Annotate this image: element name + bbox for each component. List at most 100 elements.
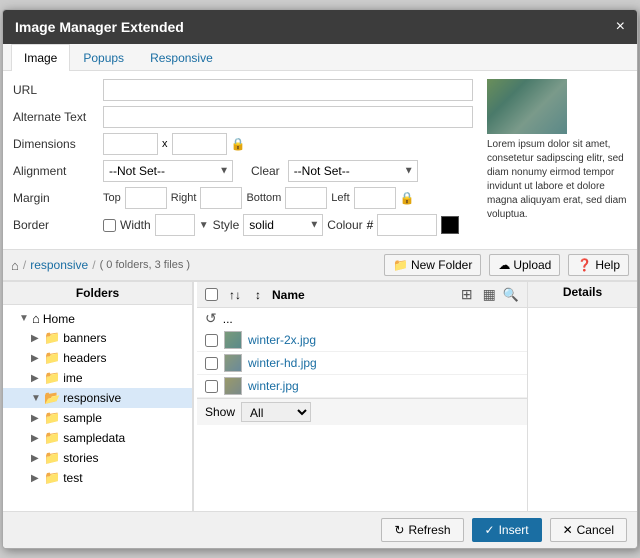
preview-image <box>487 79 567 134</box>
dim-label: Dimensions <box>13 137 103 151</box>
tab-image[interactable]: Image <box>11 44 70 71</box>
home-icon[interactable]: ⌂ <box>11 258 19 273</box>
breadcrumb-info: ( 0 folders, 3 files ) <box>100 259 190 271</box>
file-checkbox-1[interactable] <box>205 334 218 347</box>
border-width-label: Width <box>120 218 151 232</box>
colour-swatch[interactable] <box>441 216 459 234</box>
folder-label-ime: ime <box>63 371 82 385</box>
file-list-scroll: ↺ ... winter-2x.jpg winter-hd.jpg <box>197 308 527 511</box>
border-colour-input[interactable]: 000000 <box>377 214 437 236</box>
margin-right-input[interactable] <box>200 187 242 209</box>
border-row: Border Width 1 ▼ Style solid dashed dott… <box>13 214 477 236</box>
grid-view-button[interactable]: ⊞ <box>458 285 476 304</box>
folder-label-sampledata: sampledata <box>63 431 125 445</box>
border-checkbox[interactable] <box>103 219 116 232</box>
file-thumb-1 <box>224 331 242 349</box>
margin-bottom-input[interactable] <box>285 187 327 209</box>
breadcrumb-sep2: / <box>92 258 95 272</box>
details-pane <box>527 308 637 511</box>
cancel-button[interactable]: ✕ Cancel <box>550 518 627 542</box>
file-pane-header-row: ↑↓ ↕ Name ⊞ ▦ 🔍 Details <box>197 282 637 308</box>
folder-label-test: test <box>63 471 82 485</box>
upload-icon: ☁ <box>498 258 510 272</box>
insert-button[interactable]: ✓ Insert <box>472 518 542 542</box>
refresh-button[interactable]: ↻ Refresh <box>381 518 463 542</box>
url-input[interactable] <box>103 79 473 101</box>
file-name-3[interactable]: winter.jpg <box>248 379 519 393</box>
folder-label-home: Home <box>43 312 75 326</box>
expand-icon-stories: ▶ <box>31 453 41 464</box>
folder-item-headers[interactable]: ▶ 📁 headers <box>3 348 192 368</box>
clear-select[interactable]: --Not Set-- None Left Right Both <box>288 160 418 182</box>
margin-row: Margin Top Right Bottom Left 🔒 <box>13 187 477 209</box>
sample-folder-icon: 📁 <box>44 410 60 426</box>
sort-desc-button[interactable]: ↕ <box>252 287 264 303</box>
border-width-arrow: ▼ <box>199 220 209 231</box>
dim-width-input[interactable] <box>103 133 158 155</box>
border-label: Border <box>13 218 103 232</box>
margin-lock-icon[interactable]: 🔒 <box>400 191 415 205</box>
preview-text: Lorem ipsum dolor sit amet, consetetur s… <box>487 138 627 222</box>
folder-item-test[interactable]: ▶ 📁 test <box>3 468 192 488</box>
alt-input[interactable] <box>103 106 473 128</box>
file-thumb-3 <box>224 377 242 395</box>
dim-x: x <box>162 138 168 150</box>
file-list-wrapper: ↺ ... winter-2x.jpg winter-hd.jpg <box>197 308 637 511</box>
border-style-select[interactable]: solid dashed dotted double <box>243 214 323 236</box>
border-colour-label: Colour <box>327 218 362 232</box>
sort-asc-button[interactable]: ↑↓ <box>226 287 244 303</box>
search-button[interactable]: 🔍 <box>503 285 519 304</box>
folder-item-sampledata[interactable]: ▶ 📁 sampledata <box>3 428 192 448</box>
list-view-button[interactable]: ▦ <box>480 285 499 304</box>
folder-item-ime[interactable]: ▶ 📁 ime <box>3 368 192 388</box>
form-right-preview: Lorem ipsum dolor sit amet, consetetur s… <box>487 79 627 241</box>
dim-height-input[interactable] <box>172 133 227 155</box>
margin-top-input[interactable] <box>125 187 167 209</box>
responsive-folder-icon: 📂 <box>44 390 60 406</box>
folder-item-stories[interactable]: ▶ 📁 stories <box>3 448 192 468</box>
margin-left-input[interactable] <box>354 187 396 209</box>
margin-inputs: Top Right Bottom Left 🔒 <box>103 187 415 209</box>
margin-left-label: Left <box>331 192 349 204</box>
dialog-header: Image Manager Extended × <box>3 10 637 44</box>
file-checkbox-2[interactable] <box>205 357 218 370</box>
table-row[interactable]: winter-hd.jpg <box>197 352 527 375</box>
folder-item-responsive[interactable]: ▼ 📂 responsive <box>3 388 192 408</box>
align-select[interactable]: --Not Set-- Left Center Right <box>103 160 233 182</box>
back-icon[interactable]: ↺ <box>205 310 217 327</box>
show-select[interactable]: All Images Media Files <box>241 402 311 422</box>
tab-popups[interactable]: Popups <box>70 44 137 71</box>
table-row[interactable]: winter-2x.jpg <box>197 329 527 352</box>
border-width-input[interactable]: 1 <box>155 214 195 236</box>
border-colour-hash: # <box>367 218 374 232</box>
table-row[interactable]: winter.jpg <box>197 375 527 398</box>
lock-icon[interactable]: 🔒 <box>231 137 246 151</box>
file-name-1[interactable]: winter-2x.jpg <box>248 333 519 347</box>
border-style-select-wrap: solid dashed dotted double ▼ <box>243 214 323 236</box>
folder-label-banners: banners <box>63 331 106 345</box>
dim-inputs: x 🔒 <box>103 133 245 155</box>
file-name-2[interactable]: winter-hd.jpg <box>248 356 519 370</box>
new-folder-button[interactable]: 📁 New Folder <box>384 254 481 276</box>
form-left: URL Alternate Text Dimensions x 🔒 <box>13 79 477 241</box>
folder-item-banners[interactable]: ▶ 📁 banners <box>3 328 192 348</box>
help-button[interactable]: ❓ Help <box>568 254 629 276</box>
folder-item-sample[interactable]: ▶ 📁 sample <box>3 408 192 428</box>
expand-icon-home: ▼ <box>19 313 29 324</box>
view-icons: ⊞ ▦ 🔍 <box>458 285 519 304</box>
folder-list: ▼ ⌂ Home ▶ 📁 banners ▶ 📁 headers ▶ 📁 <box>3 305 192 492</box>
expand-icon-banners: ▶ <box>31 333 41 344</box>
close-button[interactable]: × <box>616 18 625 36</box>
select-all-checkbox[interactable] <box>205 288 218 301</box>
upload-button[interactable]: ☁ Upload <box>489 254 560 276</box>
file-pane: ↑↓ ↕ Name ⊞ ▦ 🔍 Details ↺ ... <box>197 282 637 511</box>
tab-responsive[interactable]: Responsive <box>137 44 226 71</box>
breadcrumb-folder-link[interactable]: responsive <box>30 258 88 272</box>
image-manager-dialog: Image Manager Extended × Image Popups Re… <box>2 9 638 549</box>
breadcrumb-left: ⌂ / responsive / ( 0 folders, 3 files ) <box>11 258 190 273</box>
alt-label: Alternate Text <box>13 110 103 124</box>
file-checkbox-3[interactable] <box>205 380 218 393</box>
align-row: Alignment --Not Set-- Left Center Right … <box>13 160 477 182</box>
folder-item-home[interactable]: ▼ ⌂ Home <box>3 309 192 328</box>
back-row: ↺ ... <box>197 308 527 329</box>
